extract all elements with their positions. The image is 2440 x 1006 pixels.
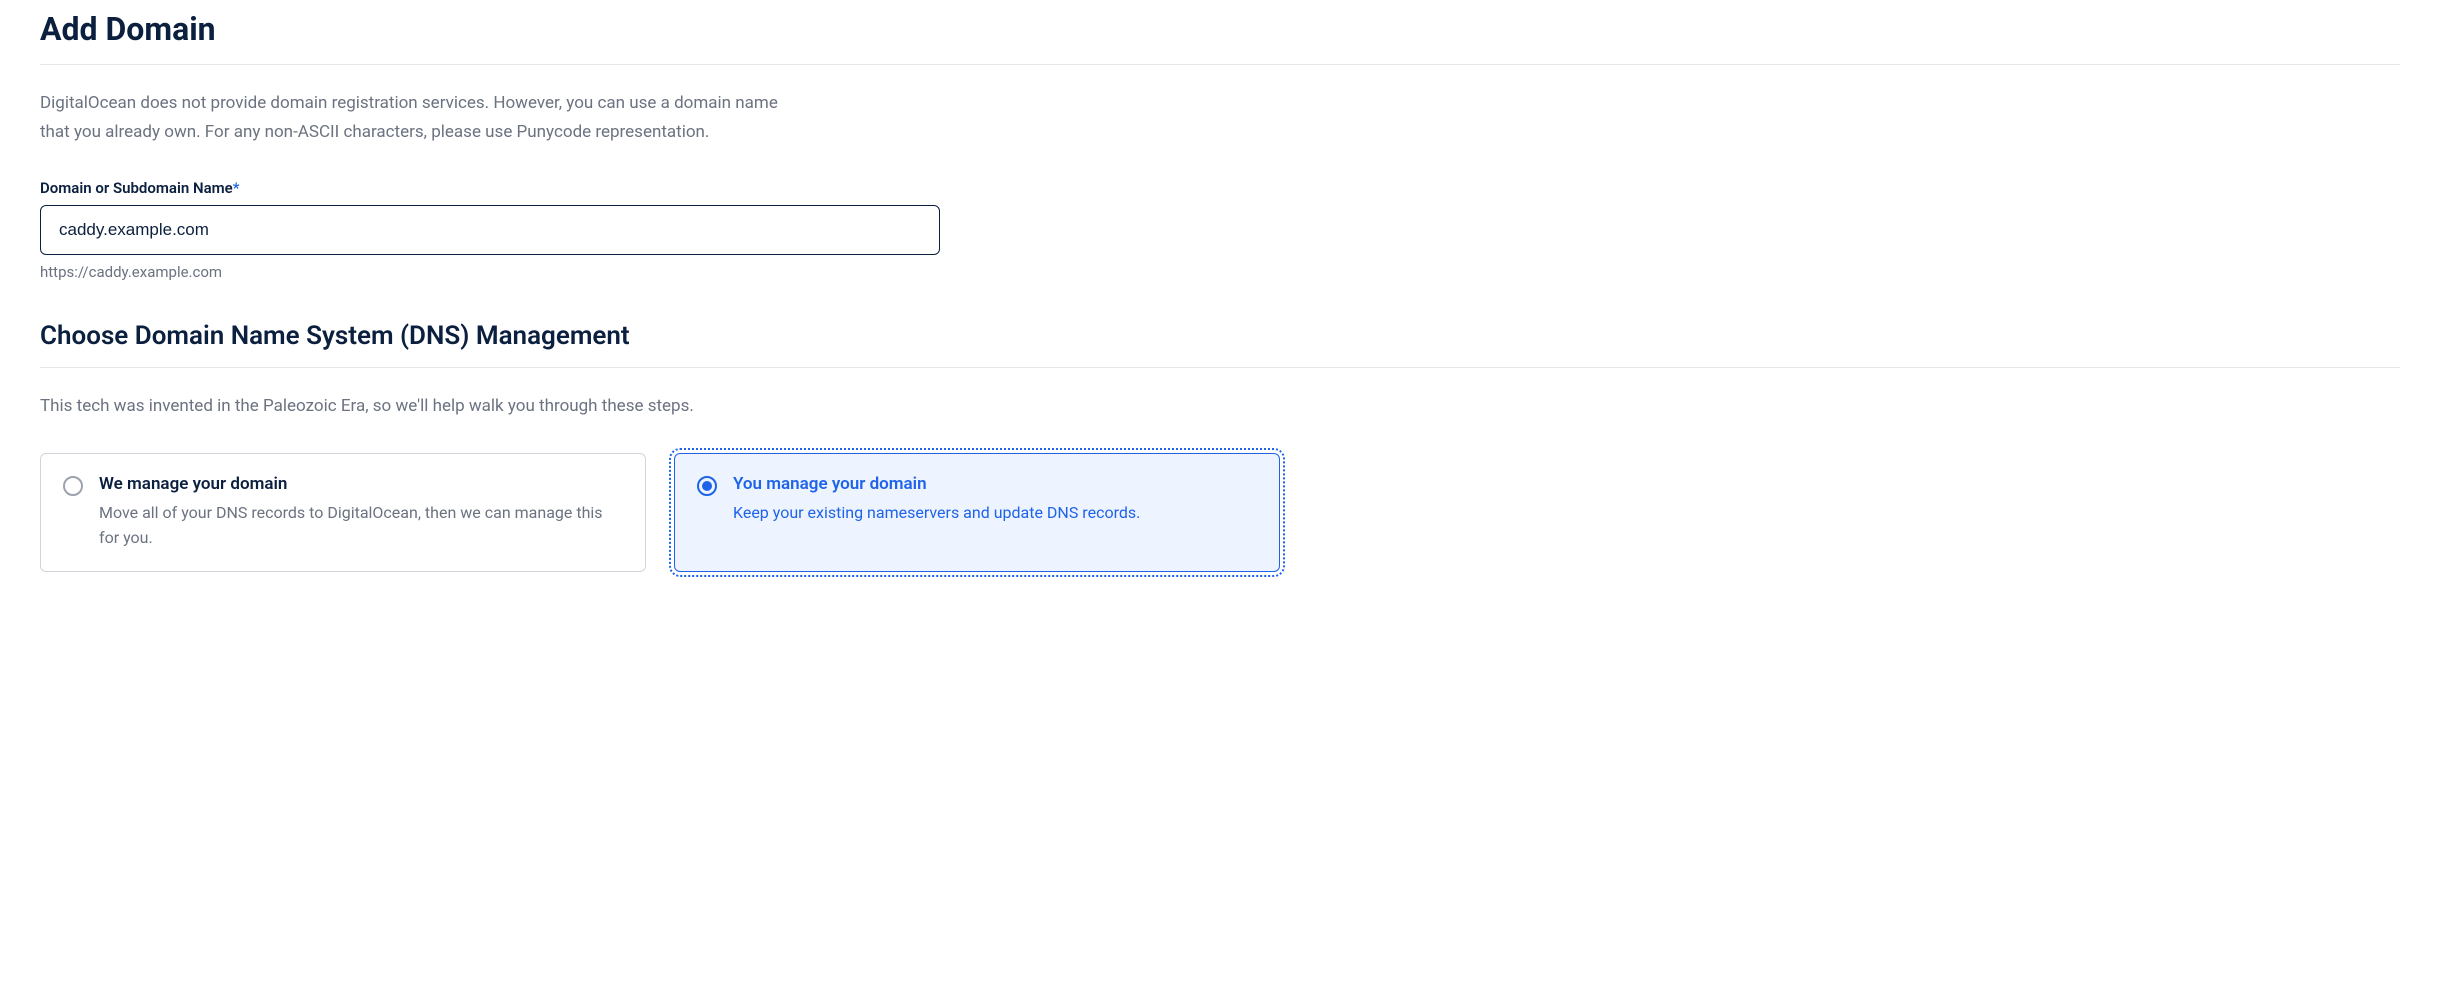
required-asterisk: * [233, 179, 240, 197]
divider [40, 64, 2400, 65]
option-content: You manage your domain Keep your existin… [733, 474, 1257, 526]
option-description: Keep your existing nameservers and updat… [733, 500, 1257, 526]
domain-field-label-text: Domain or Subdomain Name [40, 179, 233, 197]
domain-helper-text: https://caddy.example.com [40, 263, 2400, 281]
page-title: Add Domain [40, 10, 2400, 48]
option-we-manage[interactable]: We manage your domain Move all of your D… [40, 453, 646, 572]
divider [40, 367, 2400, 368]
radio-icon [697, 476, 717, 496]
option-you-manage[interactable]: You manage your domain Keep your existin… [674, 453, 1280, 572]
radio-inner-icon [702, 481, 712, 491]
option-title: We manage your domain [99, 474, 623, 494]
option-content: We manage your domain Move all of your D… [99, 474, 623, 551]
dns-options-row: We manage your domain Move all of your D… [40, 453, 1280, 572]
intro-description: DigitalOcean does not provide domain reg… [40, 89, 800, 147]
option-description: Move all of your DNS records to DigitalO… [99, 500, 623, 551]
option-title: You manage your domain [733, 474, 1257, 494]
radio-icon [63, 476, 83, 496]
domain-input[interactable] [40, 205, 940, 255]
domain-field-label: Domain or Subdomain Name* [40, 179, 2400, 197]
dns-section-description: This tech was invented in the Paleozoic … [40, 392, 800, 421]
dns-section-title: Choose Domain Name System (DNS) Manageme… [40, 321, 2400, 351]
